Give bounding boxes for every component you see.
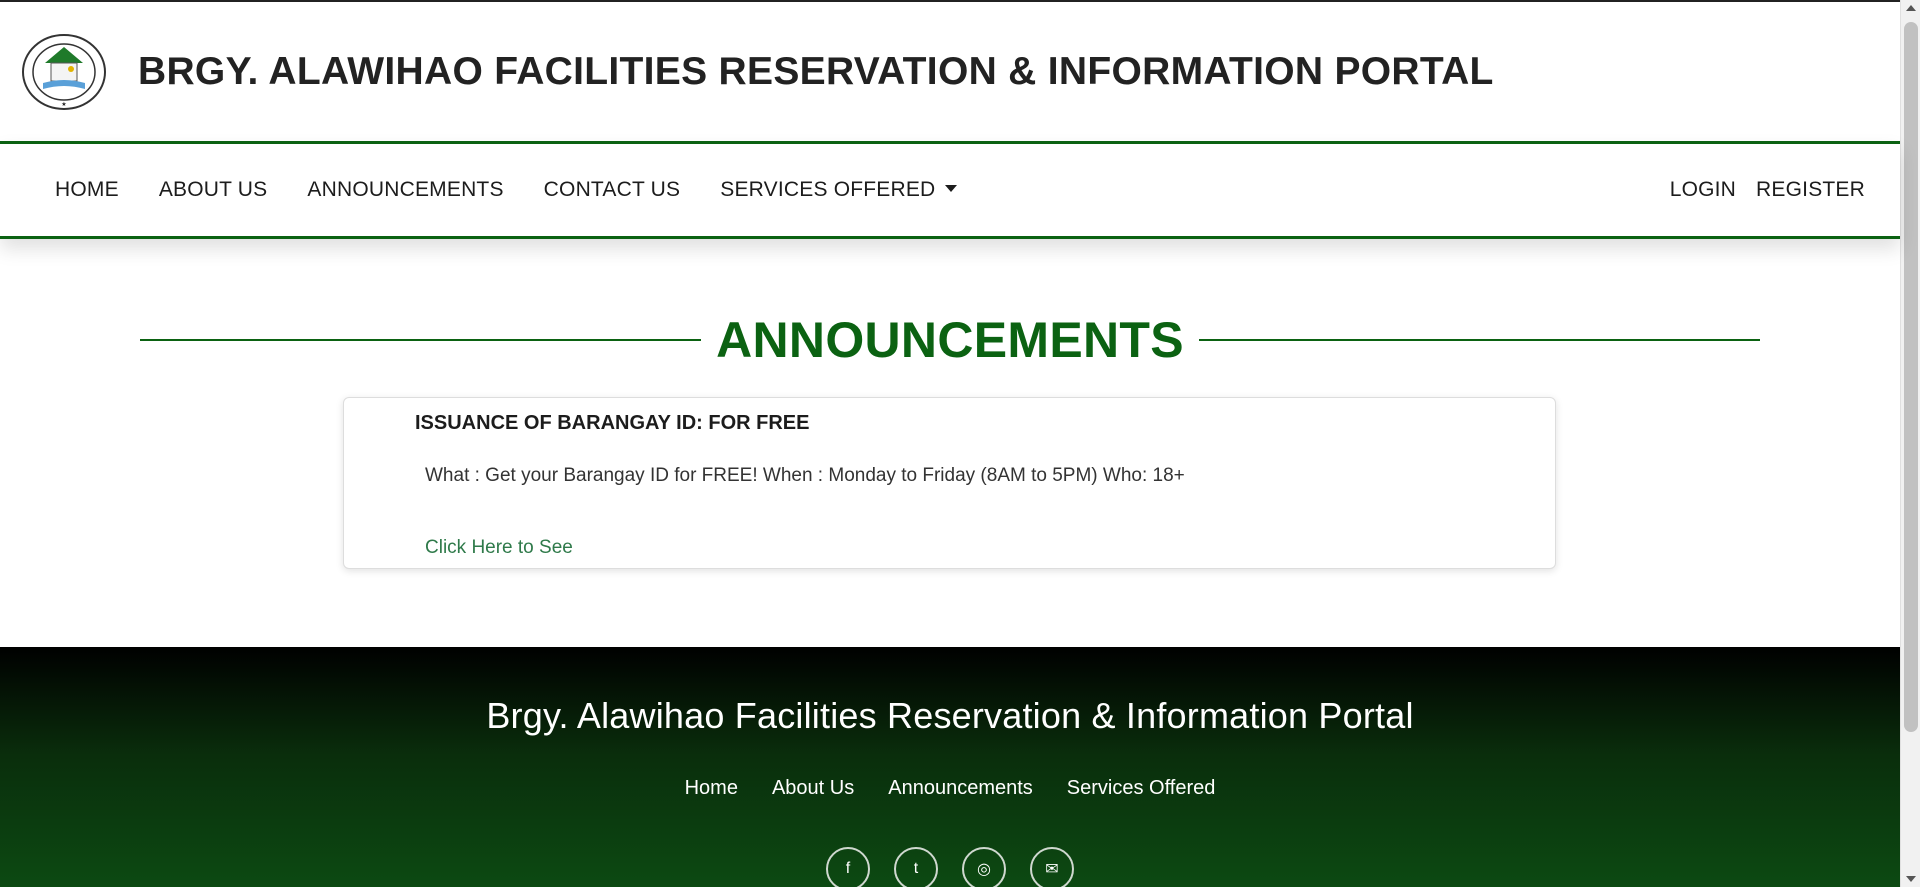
email-icon[interactable]: ✉: [1030, 847, 1074, 887]
nav-right-group: LOGIN REGISTER: [1660, 168, 1875, 212]
heading-rule-right: [1198, 339, 1761, 341]
nav-left-group: HOME ABOUT US ANNOUNCEMENTS CONTACT US S…: [35, 168, 977, 212]
footer-link-home[interactable]: Home: [685, 777, 738, 800]
site-footer: Brgy. Alawihao Facilities Reservation & …: [0, 647, 1900, 887]
footer-link-about-us[interactable]: About Us: [772, 777, 854, 800]
announcement-card: ISSUANCE OF BARANGAY ID: FOR FREE What :…: [343, 397, 1556, 569]
site-header: ★ BRGY. ALAWIHAO FACILITIES RESERVATION …: [0, 2, 1900, 141]
site-title: BRGY. ALAWIHAO FACILITIES RESERVATION & …: [138, 49, 1494, 93]
nav-register[interactable]: REGISTER: [1746, 168, 1875, 212]
nav-home[interactable]: HOME: [35, 168, 139, 212]
nav-contact-us[interactable]: CONTACT US: [524, 168, 701, 212]
announcement-text: What : Get your Barangay ID for FREE! Wh…: [425, 465, 1185, 486]
heading-rule-left: [140, 339, 702, 341]
footer-link-services-offered[interactable]: Services Offered: [1067, 777, 1216, 800]
facebook-icon[interactable]: f: [826, 847, 870, 887]
announcements-section: ANNOUNCEMENTS ISSUANCE OF BARANGAY ID: F…: [0, 239, 1900, 645]
section-heading: ANNOUNCEMENTS: [0, 311, 1900, 369]
nav-login[interactable]: LOGIN: [1660, 168, 1746, 212]
instagram-icon[interactable]: ◎: [962, 847, 1006, 887]
main-navbar: HOME ABOUT US ANNOUNCEMENTS CONTACT US S…: [0, 141, 1900, 239]
svg-text:★: ★: [61, 101, 66, 108]
page-scrollbar[interactable]: [1900, 0, 1920, 887]
nav-announcements[interactable]: ANNOUNCEMENTS: [287, 168, 523, 212]
twitter-icon[interactable]: t: [894, 847, 938, 887]
barangay-seal-logo[interactable]: ★: [20, 33, 108, 111]
footer-link-announcements[interactable]: Announcements: [888, 777, 1033, 800]
footer-title: Brgy. Alawihao Facilities Reservation & …: [486, 695, 1414, 736]
scroll-down-icon[interactable]: [1906, 876, 1916, 882]
nav-services-label: SERVICES OFFERED: [720, 178, 936, 201]
nav-about-us[interactable]: ABOUT US: [139, 168, 288, 212]
footer-links: Home About Us Announcements Services Off…: [0, 777, 1900, 800]
nav-services-offered-dropdown[interactable]: SERVICES OFFERED: [700, 168, 977, 212]
announcement-title: ISSUANCE OF BARANGAY ID: FOR FREE: [415, 412, 810, 434]
social-icons: f t ◎ ✉: [0, 847, 1900, 887]
announcement-see-link[interactable]: Click Here to See: [425, 537, 573, 559]
section-title: ANNOUNCEMENTS: [716, 312, 1184, 368]
page: ★ BRGY. ALAWIHAO FACILITIES RESERVATION …: [0, 0, 1900, 887]
caret-down-icon: [945, 184, 958, 192]
scrollbar-thumb[interactable]: [1904, 22, 1918, 732]
scroll-up-icon[interactable]: [1906, 5, 1916, 11]
